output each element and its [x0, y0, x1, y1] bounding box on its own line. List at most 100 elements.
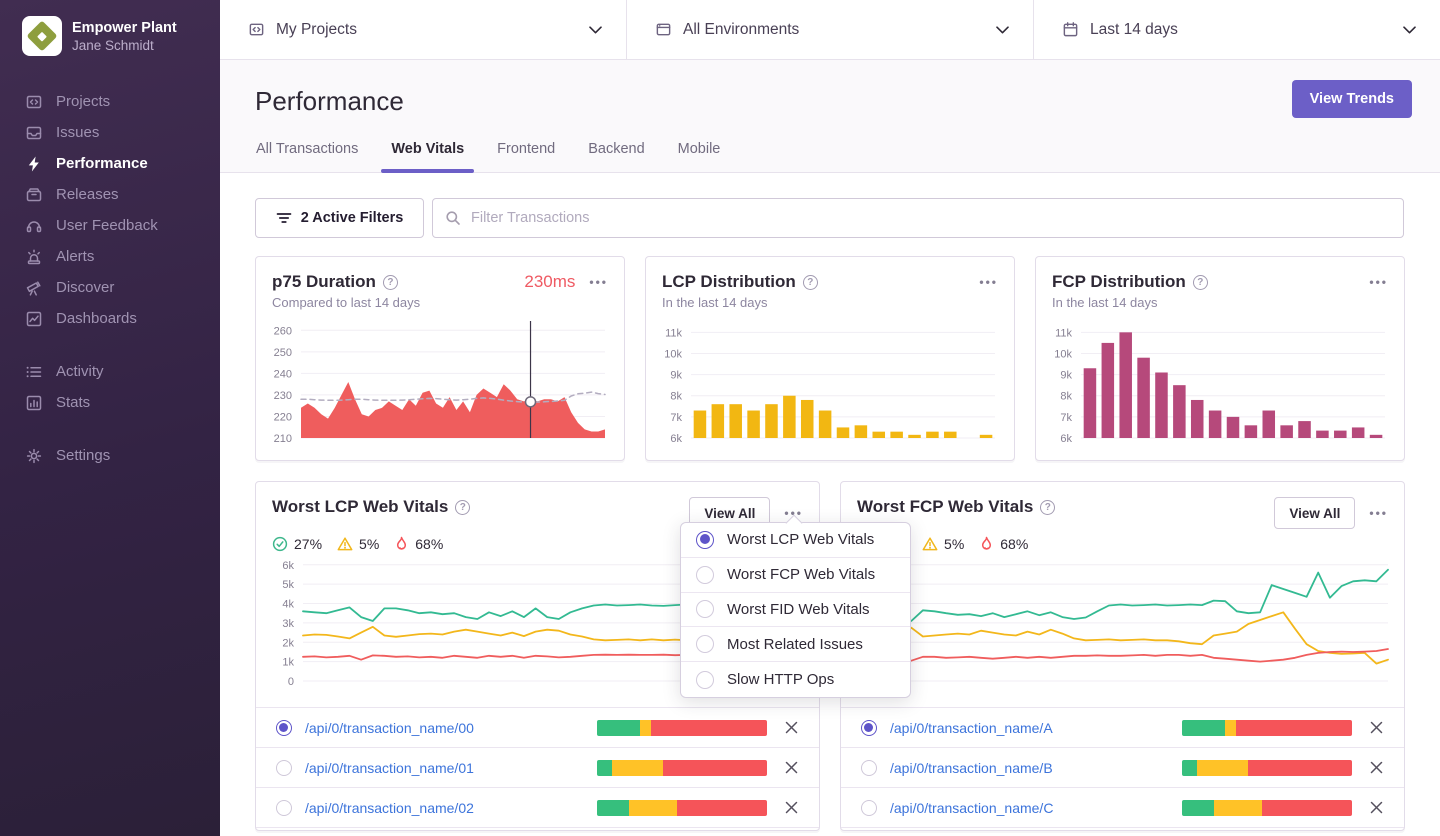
menu-radio: [696, 600, 714, 618]
sidebar-item-stats[interactable]: Stats: [0, 387, 220, 418]
user-feedback-icon: [25, 217, 43, 235]
row-radio[interactable]: [861, 720, 877, 736]
row-radio[interactable]: [276, 800, 292, 816]
date-range-dropdown[interactable]: Last 14 days: [1033, 0, 1440, 59]
sidebar-item-discover[interactable]: Discover: [0, 272, 220, 303]
search-icon: [445, 210, 461, 226]
transaction-link[interactable]: /api/0/transaction_name/01: [305, 760, 597, 776]
close-icon[interactable]: [784, 760, 799, 775]
tab-frontend[interactable]: Frontend: [497, 131, 555, 172]
filter-transactions-input[interactable]: [432, 198, 1404, 238]
page-header: Performance View Trends All Transactions…: [220, 60, 1440, 173]
more-options-icon[interactable]: •••: [1369, 503, 1388, 523]
close-icon[interactable]: [1369, 800, 1384, 815]
row-radio[interactable]: [276, 720, 292, 736]
transaction-row: /api/0/transaction_name/C: [841, 788, 1404, 828]
close-icon[interactable]: [784, 800, 799, 815]
menu-radio: [696, 671, 714, 689]
poor-percent: 68%: [1000, 536, 1028, 552]
svg-text:11k: 11k: [1055, 327, 1072, 339]
transaction-row: /api/0/transaction_name/B: [841, 748, 1404, 788]
p75-duration-chart: 260250240230220210: [264, 319, 608, 449]
meh-stat: 5%: [922, 536, 964, 552]
environment-filter-dropdown[interactable]: All Environments: [626, 0, 1033, 59]
vitals-bar-segment: [1214, 800, 1262, 816]
tab-mobile[interactable]: Mobile: [678, 131, 721, 172]
sidebar-item-dashboards[interactable]: Dashboards: [0, 303, 220, 334]
active-filters-button[interactable]: 2 Active Filters: [255, 198, 424, 238]
menu-item-worst-fcp-web-vitals[interactable]: Worst FCP Web Vitals: [681, 558, 910, 593]
more-options-icon[interactable]: •••: [589, 272, 608, 292]
vitals-bar-segment: [597, 720, 640, 736]
menu-item-most-related-issues[interactable]: Most Related Issues: [681, 627, 910, 662]
performance-icon: [25, 155, 43, 173]
menu-item-label: Worst FID Web Vitals: [727, 601, 870, 618]
svg-text:6k: 6k: [282, 560, 294, 572]
svg-text:9k: 9k: [1060, 370, 1072, 382]
svg-text:0: 0: [288, 676, 294, 688]
stats-icon: [25, 394, 43, 412]
sidebar-item-settings[interactable]: Settings: [0, 440, 220, 471]
menu-item-label: Slow HTTP Ops: [727, 671, 834, 688]
tab-backend[interactable]: Backend: [588, 131, 644, 172]
menu-item-slow-http-ops[interactable]: Slow HTTP Ops: [681, 662, 910, 697]
svg-text:8k: 8k: [1060, 391, 1072, 403]
vitals-bar-segment: [597, 800, 629, 816]
transaction-link[interactable]: /api/0/transaction_name/B: [890, 760, 1182, 776]
sidebar-item-releases[interactable]: Releases: [0, 179, 220, 210]
help-icon[interactable]: ?: [1193, 275, 1208, 290]
releases-icon: [25, 186, 43, 204]
row-radio[interactable]: [861, 760, 877, 776]
transaction-link[interactable]: /api/0/transaction_name/C: [890, 800, 1182, 816]
org-logo: [22, 16, 62, 56]
view-all-button[interactable]: View All: [1274, 497, 1355, 529]
transaction-link[interactable]: /api/0/transaction_name/00: [305, 720, 597, 736]
sidebar-item-alerts[interactable]: Alerts: [0, 241, 220, 272]
view-trends-button[interactable]: View Trends: [1292, 80, 1412, 118]
svg-text:210: 210: [274, 433, 292, 445]
svg-text:2k: 2k: [282, 637, 294, 649]
menu-item-worst-fid-web-vitals[interactable]: Worst FID Web Vitals: [681, 593, 910, 628]
close-icon[interactable]: [1369, 720, 1384, 735]
row-radio[interactable]: [276, 760, 292, 776]
more-options-icon[interactable]: •••: [1369, 272, 1388, 292]
sidebar-item-label: Performance: [56, 155, 148, 172]
sidebar-item-issues[interactable]: Issues: [0, 117, 220, 148]
activity-icon: [25, 363, 43, 381]
close-icon[interactable]: [1369, 760, 1384, 775]
sidebar-item-activity[interactable]: Activity: [0, 356, 220, 387]
transaction-link[interactable]: /api/0/transaction_name/A: [890, 720, 1182, 736]
close-icon[interactable]: [784, 720, 799, 735]
org-switcher[interactable]: Empower Plant Jane Schmidt: [0, 0, 220, 56]
project-filter-label: My Projects: [276, 21, 357, 39]
vitals-bar-segment: [1225, 720, 1237, 736]
card-subtitle: In the last 14 days: [646, 292, 1014, 310]
sidebar-item-projects[interactable]: Projects: [0, 86, 220, 117]
sidebar-item-user-feedback[interactable]: User Feedback: [0, 210, 220, 241]
tab-web-vitals[interactable]: Web Vitals: [391, 131, 464, 172]
tab-all-transactions[interactable]: All Transactions: [256, 131, 358, 172]
transaction-list: /api/0/transaction_name/00 /api/0/transa…: [256, 707, 819, 828]
fcp-distribution-card: FCP Distribution ? ••• In the last 14 da…: [1035, 256, 1405, 461]
help-icon[interactable]: ?: [455, 500, 470, 515]
sidebar-item-label: Issues: [56, 124, 99, 141]
projects-icon: [25, 93, 43, 111]
project-filter-dropdown[interactable]: My Projects: [220, 0, 626, 59]
transaction-row: /api/0/transaction_name/01: [256, 748, 819, 788]
transaction-row: /api/0/transaction_name/00: [256, 708, 819, 748]
project-icon: [248, 21, 265, 38]
active-filters-label: 2 Active Filters: [301, 210, 404, 226]
menu-item-worst-lcp-web-vitals[interactable]: Worst LCP Web Vitals: [681, 523, 910, 558]
transaction-link[interactable]: /api/0/transaction_name/02: [305, 800, 597, 816]
svg-text:5k: 5k: [282, 579, 294, 591]
environment-filter-label: All Environments: [683, 21, 799, 39]
help-icon[interactable]: ?: [1040, 500, 1055, 515]
row-radio[interactable]: [861, 800, 877, 816]
svg-text:10k: 10k: [664, 348, 682, 360]
more-options-icon[interactable]: •••: [979, 272, 998, 292]
help-icon[interactable]: ?: [383, 275, 398, 290]
help-icon[interactable]: ?: [803, 275, 818, 290]
vitals-bar: [1182, 720, 1352, 736]
sidebar-item-performance[interactable]: Performance: [0, 148, 220, 179]
transaction-row: /api/0/transaction_name/A: [841, 708, 1404, 748]
